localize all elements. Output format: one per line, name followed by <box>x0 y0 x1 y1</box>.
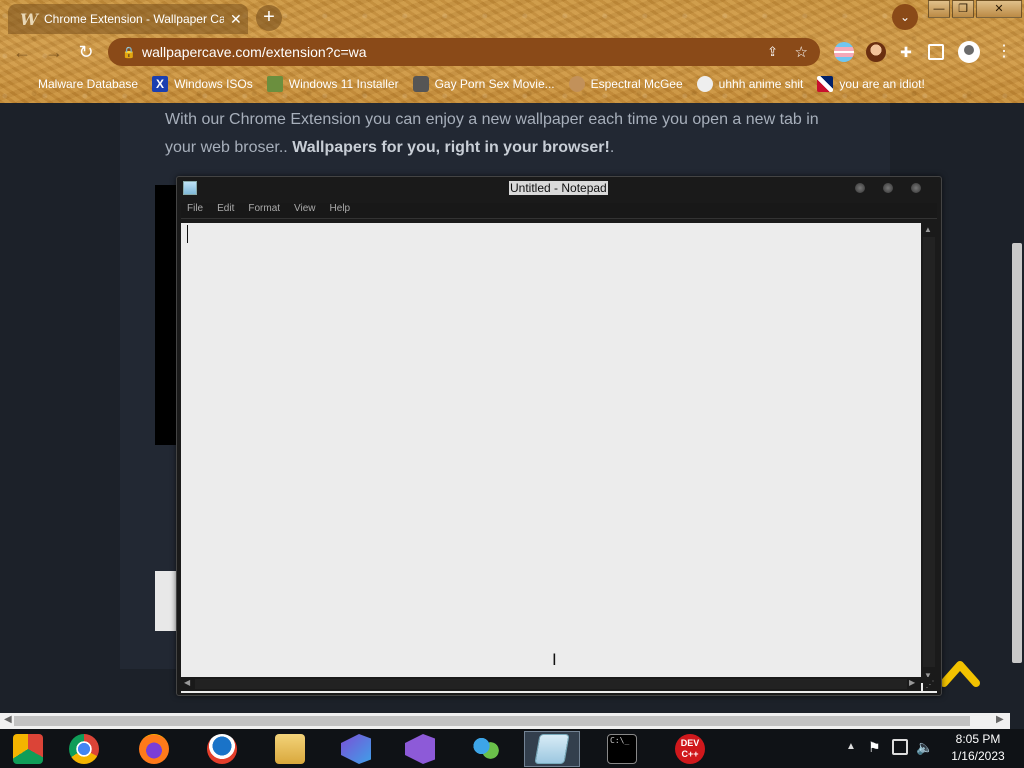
scroll-to-top-icon[interactable] <box>940 655 980 689</box>
visual-studio-installer-icon[interactable] <box>328 731 384 767</box>
bookmark-you-are-an-idiot[interactable]: you are an idiot! <box>817 76 925 92</box>
back-button[interactable]: ← <box>10 40 34 64</box>
edge-icon[interactable] <box>194 731 250 767</box>
dev-cpp-icon[interactable]: DEV C++ <box>662 731 718 767</box>
notepad-icon[interactable] <box>524 731 580 767</box>
taskbar: C:\_ DEV C++ ▲ ⚑ 🔈 8:05 PM 1/16/2023 <box>0 729 1024 768</box>
scroll-left-icon[interactable]: ◀ <box>184 678 190 687</box>
chrome-icon[interactable] <box>56 731 112 767</box>
bookmarks-bar: Malware Database X Windows ISOs Windows … <box>0 72 1024 96</box>
chrome-menu-icon[interactable]: ⋮ <box>994 42 1014 62</box>
bookmark-espectral-mcgee[interactable]: Espectral McGee <box>568 76 683 92</box>
windows-image-icon <box>266 76 283 92</box>
menu-help[interactable]: Help <box>330 203 351 218</box>
page-vertical-scrollbar[interactable] <box>1010 103 1024 713</box>
clock-time: 8:05 PM <box>955 732 1001 746</box>
window-maximize-button[interactable]: ❐ <box>952 0 974 18</box>
bookmark-star-icon[interactable]: ☆ <box>795 43 808 61</box>
profile-avatar-icon[interactable] <box>958 41 980 63</box>
page-scroll-thumb[interactable] <box>1012 243 1022 663</box>
network-icon[interactable] <box>892 739 908 755</box>
reload-button[interactable]: ↻ <box>74 40 98 64</box>
visual-studio-icon[interactable] <box>392 731 448 767</box>
browser-toolbar: ← → ↻ 🔒 wallpapercave.com/extension?c=wa… <box>0 36 1024 68</box>
x-icon: X <box>152 76 169 92</box>
notepad-titlebar[interactable]: Untitled - Notepad <box>177 177 941 199</box>
notepad-maximize-button[interactable] <box>883 183 893 193</box>
disk-icon <box>412 76 429 92</box>
action-center-flag-icon[interactable]: ⚑ <box>868 739 881 768</box>
tab-search-button[interactable]: ⌄ <box>892 4 918 30</box>
side-panel-icon[interactable] <box>928 44 944 60</box>
notepad-menubar: File Edit Format View Help <box>181 203 937 219</box>
text-caret <box>187 225 188 243</box>
tab-wallpaper-cave[interactable]: W Chrome Extension - Wallpaper Cave ✕ <box>8 4 248 34</box>
bookmark-malware-database[interactable]: Malware Database <box>38 77 138 91</box>
notepad-title: Untitled - Notepad <box>509 181 608 195</box>
resize-grip-icon[interactable]: ⋰ <box>923 677 937 691</box>
browser-frame: W Chrome Extension - Wallpaper Cave ✕ + … <box>0 0 1024 103</box>
wallpapercave-favicon: W <box>20 9 38 29</box>
extensions-puzzle-icon[interactable]: ✚ <box>896 42 916 62</box>
share-icon[interactable]: ⇪ <box>767 44 778 60</box>
forward-button[interactable]: → <box>42 40 66 64</box>
notepad-vertical-scrollbar[interactable]: ▲ ▼ <box>921 223 937 683</box>
bookmark-windows-11-installer[interactable]: Windows 11 Installer <box>266 76 399 92</box>
page-description: With our Chrome Extension you can enjoy … <box>165 111 819 156</box>
bookmark-windows-isos[interactable]: X Windows ISOs <box>152 76 253 92</box>
clock-date: 1/16/2023 <box>951 749 1005 763</box>
notepad-close-button[interactable] <box>911 183 921 193</box>
page-hscroll-thumb[interactable] <box>14 716 970 726</box>
scroll-right-icon[interactable]: ▶ <box>909 678 915 687</box>
notepad-text-area[interactable] <box>181 223 937 693</box>
people-icon[interactable] <box>458 731 514 767</box>
scroll-left-icon[interactable]: ◀ <box>4 714 12 725</box>
url-text: wallpapercave.com/extension?c=wa <box>142 44 367 60</box>
page-horizontal-scrollbar[interactable]: ◀ ▶ <box>0 713 1010 729</box>
menu-format[interactable]: Format <box>248 203 280 218</box>
menu-view[interactable]: View <box>294 203 316 218</box>
window-close-button[interactable]: ✕ <box>976 0 1022 18</box>
avatar-extension-icon[interactable] <box>866 42 886 62</box>
cmd-icon[interactable]: C:\_ <box>594 731 650 767</box>
file-explorer-icon[interactable] <box>262 731 318 767</box>
window-minimize-button[interactable]: — <box>928 0 950 18</box>
face-icon <box>568 76 585 92</box>
notepad-app-icon <box>183 181 197 195</box>
scroll-up-icon[interactable]: ▲ <box>924 225 932 234</box>
tray-overflow-icon[interactable]: ▲ <box>846 741 856 768</box>
firefox-icon[interactable] <box>126 731 182 767</box>
page-tagline: Wallpapers for you, right in your browse… <box>292 139 610 156</box>
lock-icon[interactable]: 🔒 <box>122 46 142 59</box>
new-tab-button[interactable]: + <box>256 5 282 31</box>
uk-flag-icon <box>817 76 834 92</box>
bookmark-uhhh-anime[interactable]: uhhh anime shit <box>696 76 803 92</box>
menu-edit[interactable]: Edit <box>217 203 234 218</box>
volume-icon[interactable]: 🔈 <box>916 739 933 768</box>
pride-flag-extension-icon[interactable] <box>834 42 854 62</box>
notepad-horizontal-scrollbar[interactable]: ◀ ▶ <box>181 677 921 691</box>
notepad-hscroll-track[interactable] <box>195 679 907 689</box>
scroll-right-icon[interactable]: ▶ <box>996 714 1004 725</box>
anime-icon <box>696 76 713 92</box>
tab-title: Chrome Extension - Wallpaper Cave <box>44 12 224 26</box>
system-clock[interactable]: 8:05 PM 1/16/2023 <box>940 731 1016 765</box>
windows-chrome-icon[interactable] <box>0 731 56 767</box>
tab-close-icon[interactable]: ✕ <box>230 11 242 28</box>
notepad-minimize-button[interactable] <box>855 183 865 193</box>
ibeam-cursor-icon: I <box>552 650 557 669</box>
notepad-window: Untitled - Notepad File Edit Format View… <box>176 176 942 696</box>
notepad-vscroll-track[interactable] <box>923 237 935 667</box>
menu-file[interactable]: File <box>187 203 203 218</box>
bookmark-gay-porn-sex-movie[interactable]: Gay Porn Sex Movie... <box>412 76 555 92</box>
address-bar[interactable]: 🔒 wallpapercave.com/extension?c=wa ⇪ ☆ <box>108 38 820 66</box>
